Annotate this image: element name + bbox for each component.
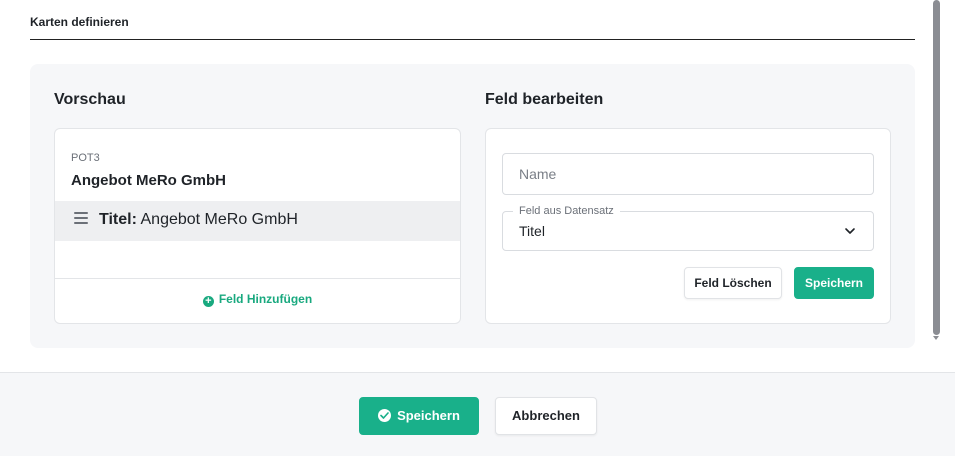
field-key: Titel: <box>99 211 137 228</box>
scrollbar[interactable] <box>932 0 941 340</box>
save-field-button[interactable]: Speichern <box>794 267 874 299</box>
preview-section-title: Vorschau <box>54 91 126 108</box>
card-subtitle: POT3 <box>71 152 100 164</box>
tab-karten-definieren[interactable]: Karten definieren <box>30 15 129 29</box>
add-field-button[interactable]: + Feld Hinzufügen <box>55 292 460 307</box>
add-field-label: Feld Hinzufügen <box>218 292 313 306</box>
record-field-value: Titel <box>519 223 545 239</box>
card-divider <box>55 278 460 279</box>
chevron-down-icon <box>845 228 855 234</box>
dialog-footer: Speichern Abbrechen <box>0 372 955 456</box>
plus-circle-icon: + <box>202 296 214 307</box>
scroll-down-arrow-icon[interactable] <box>933 336 939 340</box>
edit-field-section-title: Feld bearbeiten <box>485 91 604 108</box>
preview-card: POT3 Angebot MeRo GmbH Titel: Angebot Me… <box>54 128 461 324</box>
cancel-button[interactable]: Abbrechen <box>495 397 597 435</box>
save-button-label: Speichern <box>397 408 460 423</box>
card-title: Angebot MeRo GmbH <box>71 172 226 189</box>
field-value: Angebot MeRo GmbH <box>140 211 298 228</box>
edit-field-card: Feld aus Datensatz Titel Feld Löschen Sp… <box>485 128 891 324</box>
delete-field-button[interactable]: Feld Löschen <box>684 267 782 299</box>
scrollbar-thumb[interactable] <box>933 0 940 335</box>
tab-header: Karten definieren <box>30 0 915 40</box>
record-field-select[interactable]: Feld aus Datensatz Titel <box>502 205 874 251</box>
check-circle-icon <box>378 409 392 422</box>
record-field-label: Feld aus Datensatz <box>513 205 620 218</box>
preview-field-row[interactable]: Titel: Angebot MeRo GmbH <box>55 201 460 241</box>
preview-field-text: Titel: Angebot MeRo GmbH <box>99 211 298 229</box>
drag-handle-icon[interactable] <box>74 212 88 224</box>
save-button[interactable]: Speichern <box>359 397 479 435</box>
card-definition-panel: Vorschau Feld bearbeiten POT3 Angebot Me… <box>30 64 915 348</box>
name-input[interactable] <box>502 153 874 195</box>
